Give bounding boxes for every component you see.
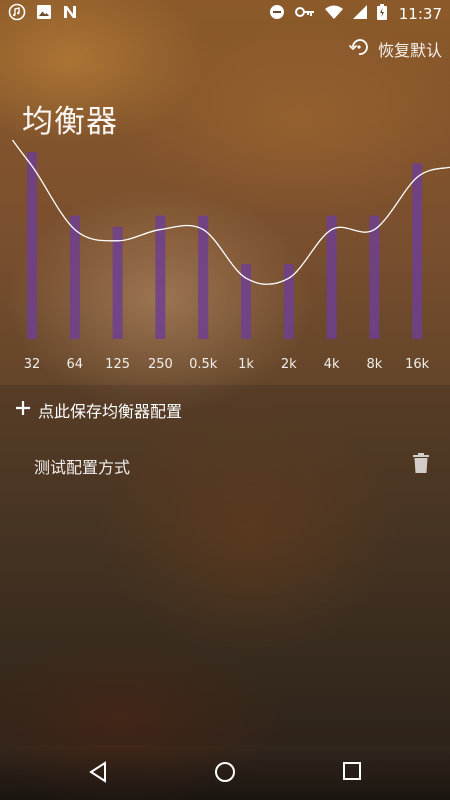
restore-icon <box>348 36 370 62</box>
eq-band-label: 1k <box>238 357 254 372</box>
back-icon <box>89 761 106 783</box>
eq-band-label: 32 <box>23 357 41 372</box>
eq-band-label: 2k <box>280 357 297 372</box>
vpn-key-icon <box>294 6 315 22</box>
eq-band-bar[interactable] <box>326 215 337 339</box>
restore-default-label: 恢复默认 <box>377 41 442 60</box>
eq-band-bar[interactable] <box>155 215 166 339</box>
recents-button[interactable] <box>342 761 362 785</box>
status-right: 11:37 <box>269 4 442 24</box>
recents-icon <box>343 762 361 780</box>
preset-panel <box>0 385 450 745</box>
preset-item[interactable]: 测试配置方式 <box>0 446 450 482</box>
battery-icon <box>376 4 387 24</box>
eq-band-bar[interactable] <box>198 215 209 339</box>
do-not-disturb-icon <box>269 4 285 24</box>
eq-band-label: 0.5k <box>189 357 218 372</box>
trash-icon <box>413 453 429 473</box>
page-title: 均衡器 <box>22 104 118 140</box>
eq-response-curve <box>11 140 450 285</box>
save-preset-label: 点此保存均衡器配置 <box>38 402 183 421</box>
equalizer-svg <box>11 140 450 339</box>
eq-band-label: 8k <box>366 357 383 372</box>
eq-band-label: 4k <box>323 357 340 372</box>
eq-band-bar[interactable] <box>27 152 37 339</box>
music-notification-icon <box>8 3 26 25</box>
home-button[interactable] <box>214 761 236 787</box>
back-button[interactable] <box>88 761 108 787</box>
image-notification-icon <box>36 4 52 24</box>
eq-band-bar[interactable] <box>369 215 380 339</box>
eq-band-label: 64 <box>66 357 84 372</box>
home-icon <box>215 762 235 782</box>
plus-icon <box>14 399 32 421</box>
eq-band-label: 125 <box>105 357 130 372</box>
eq-band-label: 250 <box>147 357 173 372</box>
eq-band-bar[interactable] <box>412 163 423 339</box>
status-bar: 11:37 <box>0 0 450 28</box>
navigation-bar <box>0 745 450 800</box>
delete-preset-button[interactable] <box>412 452 430 478</box>
eq-band-bar[interactable] <box>69 215 80 339</box>
equalizer-chart <box>0 140 450 385</box>
restore-default-button[interactable]: 恢复默认 <box>348 36 442 62</box>
eq-band-bar[interactable] <box>112 226 123 339</box>
status-time: 11:37 <box>398 5 442 23</box>
preset-item-name: 测试配置方式 <box>34 458 131 477</box>
save-preset-button[interactable]: 点此保存均衡器配置 <box>14 398 182 422</box>
status-left <box>8 3 78 25</box>
wifi-icon <box>324 5 343 23</box>
frequency-labels: 32 64 125 250 0.5k 1k 2k 4k 8k 16k <box>0 357 450 377</box>
eq-band-label: 16k <box>405 357 430 372</box>
signal-icon <box>352 5 367 23</box>
n-notification-icon <box>62 4 78 24</box>
